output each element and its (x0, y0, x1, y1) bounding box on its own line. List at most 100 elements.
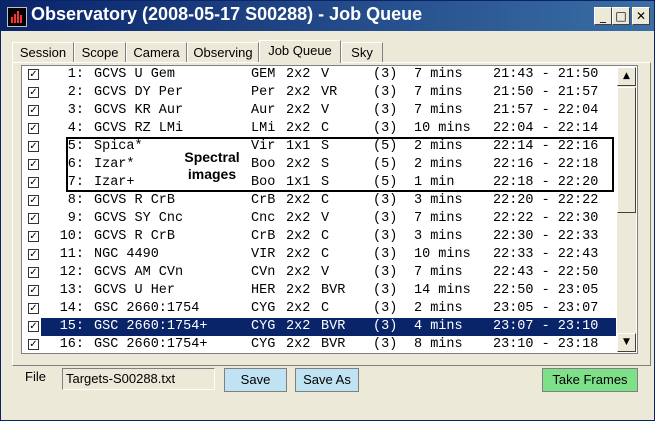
job-row[interactable]: ✓ 14: GSC 2660:1754 CYG 2x2 C (3) 2 mins 23:05 -… (22, 300, 617, 318)
job-checkbox[interactable]: ✓ (28, 69, 39, 80)
maximize-button[interactable]: □ (612, 7, 630, 25)
binning: 2x2 (286, 85, 311, 100)
spectral-images-label: Spectral images (172, 149, 252, 183)
tab-camera[interactable]: Camera (126, 42, 187, 62)
filter: C (321, 229, 330, 244)
job-checkbox[interactable]: ✓ (28, 141, 39, 152)
job-list[interactable]: ✓ 1: GCVS U Gem GEM 2x2 V (3) 7 mins 21:43 - 21:… (21, 65, 638, 354)
close-button[interactable]: ✕ (632, 7, 650, 25)
scroll-down-icon[interactable]: ▼ (617, 333, 636, 352)
target-name: GSC 2660:1754 (94, 301, 200, 316)
job-checkbox[interactable]: ✓ (28, 213, 39, 224)
filter: BVR (321, 283, 346, 298)
job-checkbox[interactable]: ✓ (28, 195, 39, 206)
target-name: GCVS KR Aur (94, 103, 184, 118)
job-row[interactable]: ✓ 2: GCVS DY Per Per 2x2 VR (3) 7 mins 21:50 - 2… (22, 84, 617, 102)
constellation: HER (251, 283, 276, 298)
duration: 8 mins (414, 337, 463, 352)
duration: 3 mins (414, 229, 463, 244)
priority: (3) (373, 193, 398, 208)
priority: (3) (373, 301, 398, 316)
time-window: 22:04 - 22:14 (493, 121, 599, 136)
job-number: 13: (59, 283, 84, 298)
binning: 2x2 (286, 319, 311, 334)
tab-job-queue[interactable]: Job Queue (259, 40, 341, 63)
target-name: GCVS RZ LMi (94, 121, 184, 136)
time-window: 21:50 - 21:57 (493, 85, 599, 100)
job-checkbox[interactable]: ✓ (28, 303, 39, 314)
job-checkbox[interactable]: ✓ (28, 249, 39, 260)
job-number: 12: (59, 265, 84, 280)
job-row[interactable]: ✓ 13: GCVS U Her HER 2x2 BVR (3) 14 mins 22:50 -… (22, 282, 617, 300)
time-window: 22:43 - 22:50 (493, 265, 599, 280)
priority: (3) (373, 247, 398, 262)
tab-observing[interactable]: Observing (187, 42, 259, 62)
file-name-field[interactable]: Targets-S00288.txt (62, 368, 215, 390)
job-checkbox[interactable]: ✓ (28, 339, 39, 350)
save-as-button[interactable]: Save As (295, 368, 359, 392)
filter: BVR (321, 319, 346, 334)
duration: 7 mins (414, 103, 463, 118)
annotation-line-1: Spectral (184, 149, 240, 165)
minimize-button[interactable]: _ (594, 7, 612, 25)
job-checkbox[interactable]: ✓ (28, 105, 39, 116)
binning: 2x2 (286, 193, 311, 208)
binning: 2x2 (286, 247, 311, 262)
priority: (3) (373, 229, 398, 244)
job-number: 16: (59, 337, 84, 352)
time-window: 23:07 - 23:10 (493, 319, 599, 334)
duration: 14 mins (414, 283, 471, 298)
job-row[interactable]: ✓ 12: GCVS AM CVn CVn 2x2 V (3) 7 mins 22:43 - 2… (22, 264, 617, 282)
job-row[interactable]: ✓ 10: GCVS R CrB CrB 2x2 C (3) 3 mins 22:30 - 22… (22, 228, 617, 246)
job-row[interactable]: ✓ 3: GCVS KR Aur Aur 2x2 V (3) 7 mins 21:57 - 22… (22, 102, 617, 120)
tab-sky[interactable]: Sky (341, 42, 383, 62)
take-frames-button[interactable]: Take Frames (542, 368, 638, 392)
job-row[interactable]: ✓ 4: GCVS RZ LMi LMi 2x2 C (3) 10 mins 22:04 - 2… (22, 120, 617, 138)
priority: (3) (373, 283, 398, 298)
duration: 7 mins (414, 67, 463, 82)
title-bar[interactable]: Observatory (2008-05-17 S00288) - Job Qu… (1, 1, 654, 31)
constellation: LMi (251, 121, 276, 136)
constellation: CVn (251, 265, 276, 280)
job-checkbox[interactable]: ✓ (28, 177, 39, 188)
job-checkbox[interactable]: ✓ (28, 285, 39, 296)
job-checkbox[interactable]: ✓ (28, 231, 39, 242)
time-window: 22:20 - 22:22 (493, 193, 599, 208)
scroll-up-icon[interactable]: ▲ (617, 67, 636, 86)
job-number: 14: (59, 301, 84, 316)
time-window: 22:50 - 23:05 (493, 283, 599, 298)
job-checkbox[interactable]: ✓ (28, 267, 39, 278)
job-row[interactable]: ✓ 11: NGC 4490 VIR 2x2 C (3) 10 mins 22:33 - 22:… (22, 246, 617, 264)
file-label: File (25, 369, 46, 384)
job-checkbox[interactable]: ✓ (28, 87, 39, 98)
tab-scope[interactable]: Scope (74, 42, 126, 62)
binning: 2x2 (286, 121, 311, 136)
tab-session[interactable]: Session (12, 42, 74, 62)
filter: VR (321, 85, 338, 100)
binning: 2x2 (286, 265, 311, 280)
job-row[interactable]: ✓ 9: GCVS SY Cnc Cnc 2x2 V (3) 7 mins 22:22 - 22… (22, 210, 617, 228)
job-row[interactable]: ✓ 1: GCVS U Gem GEM 2x2 V (3) 7 mins 21:43 - 21:… (22, 66, 617, 84)
job-row[interactable]: ✓ 8: GCVS R CrB CrB 2x2 C (3) 3 mins 22:20 - 22:… (22, 192, 617, 210)
job-checkbox[interactable]: ✓ (28, 321, 39, 332)
job-row[interactable]: ✓ 16: GSC 2660:1754+ CYG 2x2 BVR (3) 8 mins 23:1… (22, 336, 617, 353)
save-button[interactable]: Save (224, 368, 287, 392)
vertical-scrollbar[interactable]: ▲ ▼ (617, 67, 636, 352)
duration: 3 mins (414, 193, 463, 208)
filter: V (321, 265, 330, 280)
time-window: 21:43 - 21:50 (493, 67, 599, 82)
job-number: 1: (67, 67, 84, 82)
time-window: 22:22 - 22:30 (493, 211, 599, 226)
job-number: 4: (67, 121, 84, 136)
constellation: CYG (251, 319, 276, 334)
job-number: 10: (59, 229, 84, 244)
spectral-images-box (66, 137, 614, 192)
constellation: CYG (251, 301, 276, 316)
scroll-thumb[interactable] (617, 87, 636, 213)
job-number: 3: (67, 103, 84, 118)
job-checkbox[interactable]: ✓ (28, 123, 39, 134)
job-checkbox[interactable]: ✓ (28, 159, 39, 170)
target-name: GCVS U Her (94, 283, 176, 298)
filter: C (321, 247, 330, 262)
job-row[interactable]: ✓ 15: GSC 2660:1754+ CYG 2x2 BVR (3) 4 mins 23:0… (22, 318, 617, 336)
